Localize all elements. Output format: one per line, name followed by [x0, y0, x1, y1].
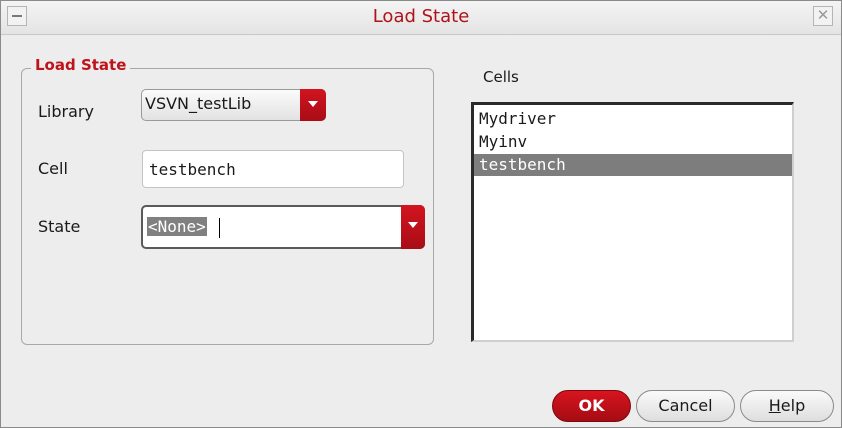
list-item-myinv[interactable]: Myinv: [474, 131, 792, 153]
list-item-mydriver[interactable]: Mydriver: [474, 108, 792, 130]
title-bar[interactable]: Load State ✕: [1, 1, 841, 35]
group-title: Load State: [31, 56, 131, 74]
cell-input[interactable]: testbench: [142, 150, 404, 188]
cancel-button[interactable]: Cancel: [636, 390, 735, 422]
list-item-testbench[interactable]: testbench: [474, 154, 792, 176]
load-state-dialog: Load State ✕ Load State Library VSVN_tes…: [0, 0, 842, 428]
help-button[interactable]: Help: [740, 390, 834, 422]
library-combobox[interactable]: VSVN_testLib: [141, 89, 326, 121]
ok-button[interactable]: OK: [552, 390, 631, 422]
cells-label: Cells: [483, 68, 519, 86]
cell-label: Cell: [38, 159, 68, 178]
dialog-title: Load State: [372, 6, 470, 27]
text-caret: [219, 218, 220, 238]
cells-listbox[interactable]: Mydriver Myinv testbench: [471, 102, 794, 342]
chevron-down-icon[interactable]: [401, 205, 425, 249]
library-label: Library: [38, 102, 94, 121]
chevron-down-icon[interactable]: [300, 89, 326, 121]
state-combobox[interactable]: <None>: [141, 205, 425, 249]
cell-value: testbench: [149, 160, 236, 179]
library-value: VSVN_testLib: [145, 94, 252, 113]
state-value[interactable]: <None>: [147, 217, 207, 236]
close-button[interactable]: ✕: [813, 6, 833, 26]
close-icon: ✕: [816, 6, 830, 24]
state-label: State: [38, 217, 81, 236]
